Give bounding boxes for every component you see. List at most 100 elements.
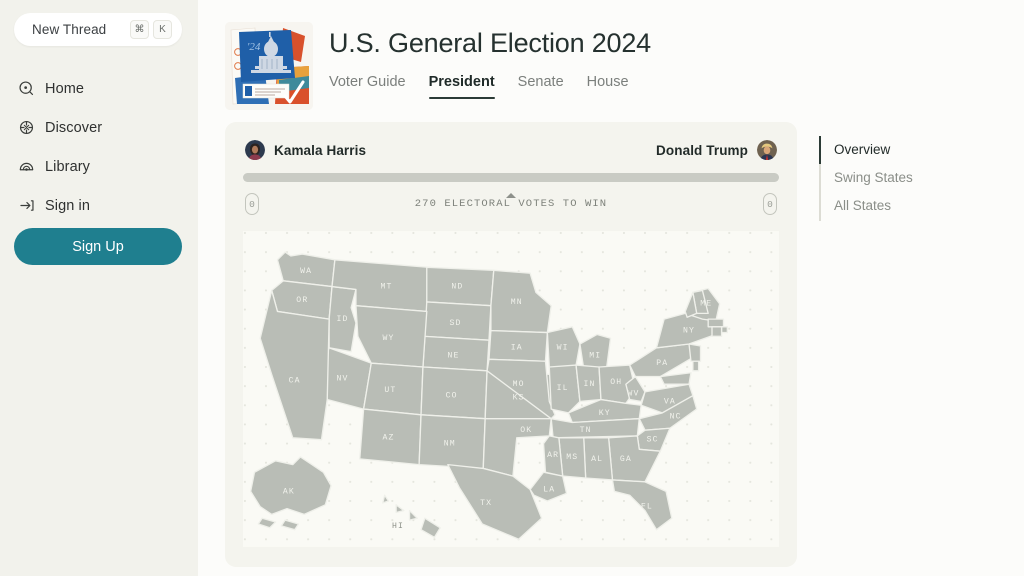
state-label-TN: TN <box>580 426 592 435</box>
state-MA <box>707 318 725 328</box>
state-RI <box>720 326 728 334</box>
electoral-votes-left: 0 <box>245 193 259 215</box>
state-label-NE: NE <box>448 351 460 360</box>
state-label-SC: SC <box>647 436 659 445</box>
state-label-NC: NC <box>670 413 682 422</box>
section-nav-item-swing-states[interactable]: Swing States <box>819 164 997 193</box>
state-label-AL: AL <box>591 455 603 464</box>
state-label-VA: VA <box>664 397 676 406</box>
state-label-LA: LA <box>543 485 555 494</box>
candidate-right-name: Donald Trump <box>656 142 748 158</box>
election-collage-thumbnail: '24 <box>225 22 313 110</box>
content-row: Kamala Harris Donald Trump 0 270 ELECTOR… <box>198 110 1024 567</box>
candidate-right[interactable]: Donald Trump <box>656 140 777 160</box>
state-label-WV: WV <box>627 390 639 399</box>
state-label-TX: TX <box>480 499 492 508</box>
state-NJ <box>688 343 702 362</box>
sign-in-arrow-icon <box>18 197 35 214</box>
state-label-FL: FL <box>641 503 653 512</box>
state-label-KY: KY <box>599 409 611 418</box>
state-label-WI: WI <box>557 344 569 353</box>
home-search-icon <box>18 80 35 97</box>
tab-senate[interactable]: Senate <box>518 74 564 99</box>
sidebar-item-library[interactable]: Library <box>0 150 198 183</box>
discover-globe-icon <box>18 119 35 136</box>
majority-threshold-marker <box>506 193 516 198</box>
state-label-SD: SD <box>449 319 461 328</box>
state-label-HI: HI <box>392 522 404 531</box>
state-label-OK: OK <box>520 426 532 435</box>
state-label-GA: GA <box>620 455 632 464</box>
sidebar-item-sign-in[interactable]: Sign in <box>0 189 198 222</box>
state-label-NY: NY <box>683 327 695 336</box>
state-label-ND: ND <box>451 283 463 292</box>
section-nav-item-overview[interactable]: Overview <box>819 136 997 165</box>
state-label-CO: CO <box>446 392 458 401</box>
kamala-harris-avatar <box>245 140 265 160</box>
us-map-svg: WA OR ID MT ND SD NE WY NV CA UT CO KS A… <box>243 231 779 547</box>
state-label-MI: MI <box>589 351 601 360</box>
tab-voter-guide[interactable]: Voter Guide <box>329 74 406 99</box>
state-label-MO: MO <box>513 380 525 389</box>
state-label-KS: KS <box>513 394 525 403</box>
state-label-ME: ME <box>700 300 712 309</box>
candidate-left[interactable]: Kamala Harris <box>245 140 366 160</box>
section-nav: Overview Swing States All States <box>797 122 997 567</box>
kbd-k: K <box>153 20 172 39</box>
sidebar-item-label-library: Library <box>45 158 91 175</box>
page-title: U.S. General Election 2024 <box>329 28 651 58</box>
tab-house[interactable]: House <box>587 74 629 99</box>
state-label-WY: WY <box>382 334 394 343</box>
state-label-WA: WA <box>300 267 312 276</box>
tab-president[interactable]: President <box>428 74 495 100</box>
presidential-result-card: Kamala Harris Donald Trump 0 270 ELECTOR… <box>225 122 797 567</box>
donald-trump-avatar <box>757 140 777 160</box>
sign-up-label: Sign Up <box>72 238 124 255</box>
state-label-CA: CA <box>289 376 301 385</box>
electoral-votes-right: 0 <box>763 193 777 215</box>
electoral-vote-bar[interactable] <box>243 173 779 182</box>
state-label-AZ: AZ <box>382 434 394 443</box>
sign-up-button[interactable]: Sign Up <box>14 228 182 265</box>
new-thread-label: New Thread <box>32 22 107 37</box>
new-thread-shortcut: ⌘ K <box>130 20 172 39</box>
sidebar-item-home[interactable]: Home <box>0 72 198 105</box>
state-label-AR: AR <box>547 451 559 460</box>
sidebar-nav: Home Discover Library Sign in <box>0 72 198 222</box>
state-TN <box>550 418 640 439</box>
votes-to-win-label: 270 ELECTORAL VOTES TO WIN <box>414 198 608 210</box>
sidebar-item-discover[interactable]: Discover <box>0 111 198 144</box>
candidate-row: Kamala Harris Donald Trump <box>243 140 779 160</box>
sidebar-item-label-sign-in: Sign in <box>45 197 91 214</box>
svg-text:'24: '24 <box>247 41 261 53</box>
state-label-UT: UT <box>384 386 396 395</box>
sidebar: New Thread ⌘ K Home Discover Library Sig… <box>0 0 198 576</box>
state-label-IA: IA <box>511 344 523 353</box>
us-electoral-map[interactable]: WA OR ID MT ND SD NE WY NV CA UT CO KS A… <box>243 231 779 547</box>
new-thread-button[interactable]: New Thread ⌘ K <box>14 13 182 46</box>
state-DE <box>692 360 700 372</box>
state-label-AK: AK <box>283 487 295 496</box>
state-CT <box>711 326 723 338</box>
library-arc-icon <box>18 158 35 175</box>
state-label-NM: NM <box>444 439 456 448</box>
page-header: '24 U.S. General Election 2024 Voter Gui… <box>198 0 1024 110</box>
state-label-ID: ID <box>337 315 349 324</box>
state-label-OH: OH <box>610 378 622 387</box>
header-text-block: U.S. General Election 2024 Voter Guide P… <box>329 22 651 100</box>
section-nav-item-all-states[interactable]: All States <box>819 192 997 221</box>
sidebar-item-label-discover: Discover <box>45 119 103 136</box>
candidate-left-name: Kamala Harris <box>274 142 367 158</box>
state-label-OR: OR <box>296 296 308 305</box>
kbd-command: ⌘ <box>130 20 149 39</box>
state-label-PA: PA <box>656 359 668 368</box>
state-label-MN: MN <box>511 298 523 307</box>
main-content: '24 U.S. General Election 2024 Voter Gui… <box>198 0 1024 576</box>
state-label-MT: MT <box>381 283 393 292</box>
state-label-IL: IL <box>557 384 569 393</box>
state-label-IN: IN <box>583 380 595 389</box>
app-root: New Thread ⌘ K Home Discover Library Sig… <box>0 0 1024 576</box>
state-label-MS: MS <box>566 453 578 462</box>
state-label-NV: NV <box>337 374 349 383</box>
tab-bar: Voter Guide President Senate House <box>329 74 651 100</box>
